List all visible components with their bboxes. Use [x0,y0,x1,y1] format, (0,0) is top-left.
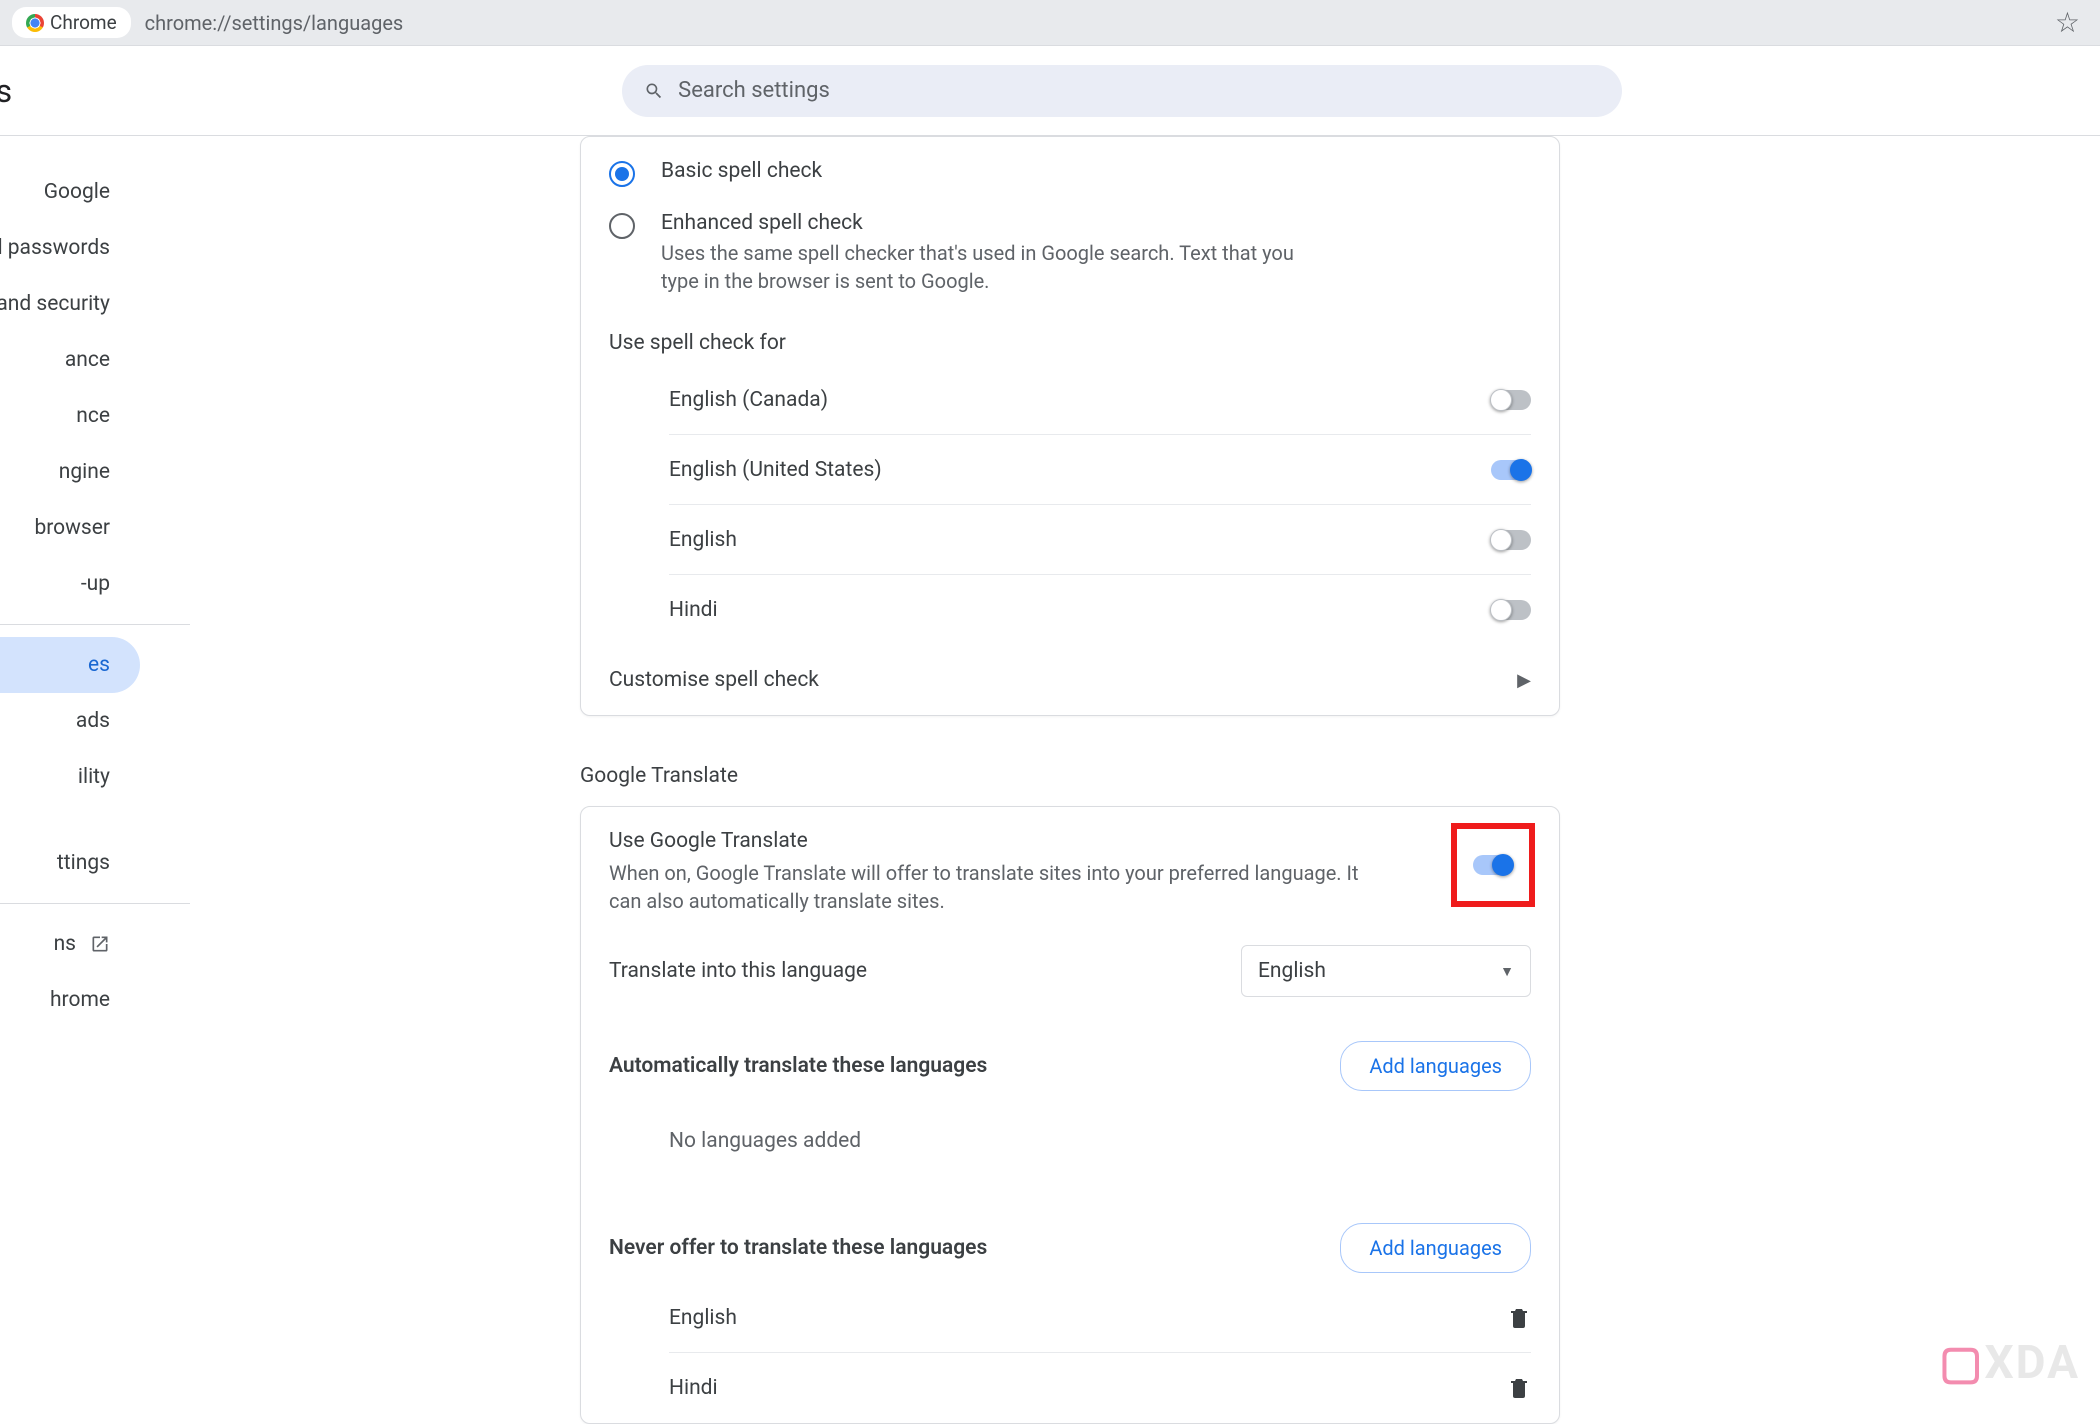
spellcheck-lang-row: Hindi [669,575,1531,645]
spellcheck-toggle-hi[interactable] [1491,600,1531,620]
search-icon [644,81,664,101]
enhanced-spellcheck-radio[interactable]: Enhanced spell check Uses the same spell… [609,199,1531,307]
watermark: ▢XDA [1939,1335,2080,1390]
sidebar-item-google[interactable]: Google [0,164,140,220]
spellcheck-lang-row: English (United States) [669,435,1531,505]
bookmark-star-icon[interactable]: ☆ [2055,6,2080,39]
trash-icon[interactable] [1507,1306,1531,1330]
spellcheck-card: Basic spell check Enhanced spell check U… [580,136,1560,716]
use-google-translate-title: Use Google Translate [609,829,1389,853]
settings-sidebar: Google and passwords and security ance n… [0,136,140,1400]
settings-header: ngs Search settings [0,46,2100,136]
chevron-right-icon: ▶ [1517,670,1531,691]
enhanced-spellcheck-label: Enhanced spell check [661,211,1321,235]
sidebar-item-security[interactable]: and security [0,276,140,332]
spellcheck-lang-row: English (Canada) [669,365,1531,435]
sidebar-item-about[interactable]: hrome [0,972,140,1028]
customise-spellcheck-label: Customise spell check [609,668,819,692]
sidebar-item-search-engine[interactable]: ngine [0,444,140,500]
use-spellcheck-for-label: Use spell check for [609,307,1531,365]
page-title: ngs [0,72,12,110]
sidebar-item-default-browser[interactable]: browser [0,500,140,556]
chrome-chip[interactable]: Chrome [12,7,131,38]
sidebar-item-downloads[interactable]: ads [0,693,140,749]
translate-language-dropdown[interactable]: English ▼ [1241,945,1531,997]
sidebar-item-extensions[interactable]: ns [0,916,140,972]
spellcheck-toggle-en[interactable] [1491,530,1531,550]
enhanced-spellcheck-desc: Uses the same spell checker that's used … [661,239,1321,295]
auto-translate-title: Automatically translate these languages [609,1054,987,1078]
google-translate-card: Use Google Translate When on, Google Tra… [580,806,1560,1424]
lang-name: English (United States) [669,458,882,482]
translate-into-label: Translate into this language [609,959,867,983]
url-text[interactable]: chrome://settings/languages [145,11,404,35]
dropdown-value: English [1258,959,1326,983]
search-settings-input[interactable]: Search settings [622,65,1622,117]
radio-unchecked-icon [609,213,635,239]
google-translate-section-title: Google Translate [580,764,2100,788]
sidebar-item-passwords[interactable]: and passwords [0,220,140,276]
never-translate-row: English [669,1283,1531,1353]
sidebar-item-accessibility[interactable]: ility [0,749,140,805]
basic-spellcheck-radio[interactable]: Basic spell check [609,147,1531,199]
lang-name: English (Canada) [669,388,828,412]
add-languages-auto-button[interactable]: Add languages [1340,1041,1531,1091]
no-languages-added-label: No languages added [609,1091,1531,1163]
basic-spellcheck-label: Basic spell check [661,159,822,183]
search-placeholder: Search settings [678,78,830,103]
spellcheck-lang-row: English [669,505,1531,575]
sidebar-divider [0,624,190,625]
chrome-logo-icon [26,14,44,32]
never-lang-name: English [669,1306,737,1330]
sidebar-divider [0,903,190,904]
browser-address-bar: Chrome chrome://settings/languages ☆ [0,0,2100,46]
highlight-annotation [1451,823,1535,907]
lang-name: Hindi [669,598,718,622]
spellcheck-toggle-en-us[interactable] [1491,460,1531,480]
open-external-icon [90,934,110,954]
sidebar-item-reset[interactable]: ttings [0,835,140,891]
use-google-translate-toggle[interactable] [1473,855,1513,875]
sidebar-item-label: ns [54,932,76,956]
never-lang-name: Hindi [669,1376,718,1400]
use-google-translate-desc: When on, Google Translate will offer to … [609,859,1389,915]
sidebar-item-performance[interactable]: ance [0,332,140,388]
never-translate-row: Hindi [669,1353,1531,1423]
trash-icon[interactable] [1507,1376,1531,1400]
chrome-chip-label: Chrome [50,11,117,34]
sidebar-item-languages[interactable]: es [0,637,140,693]
add-languages-never-button[interactable]: Add languages [1340,1223,1531,1273]
spellcheck-language-list: English (Canada) English (United States)… [609,365,1531,645]
sidebar-item-appearance[interactable]: nce [0,388,140,444]
settings-main: Basic spell check Enhanced spell check U… [200,136,2100,1400]
radio-checked-icon [609,161,635,187]
dropdown-arrow-icon: ▼ [1500,963,1514,980]
sidebar-item-startup[interactable]: -up [0,556,140,612]
lang-name: English [669,528,737,552]
never-translate-title: Never offer to translate these languages [609,1236,987,1260]
customise-spellcheck-link[interactable]: Customise spell check ▶ [609,645,1531,715]
spellcheck-toggle-en-ca[interactable] [1491,390,1531,410]
